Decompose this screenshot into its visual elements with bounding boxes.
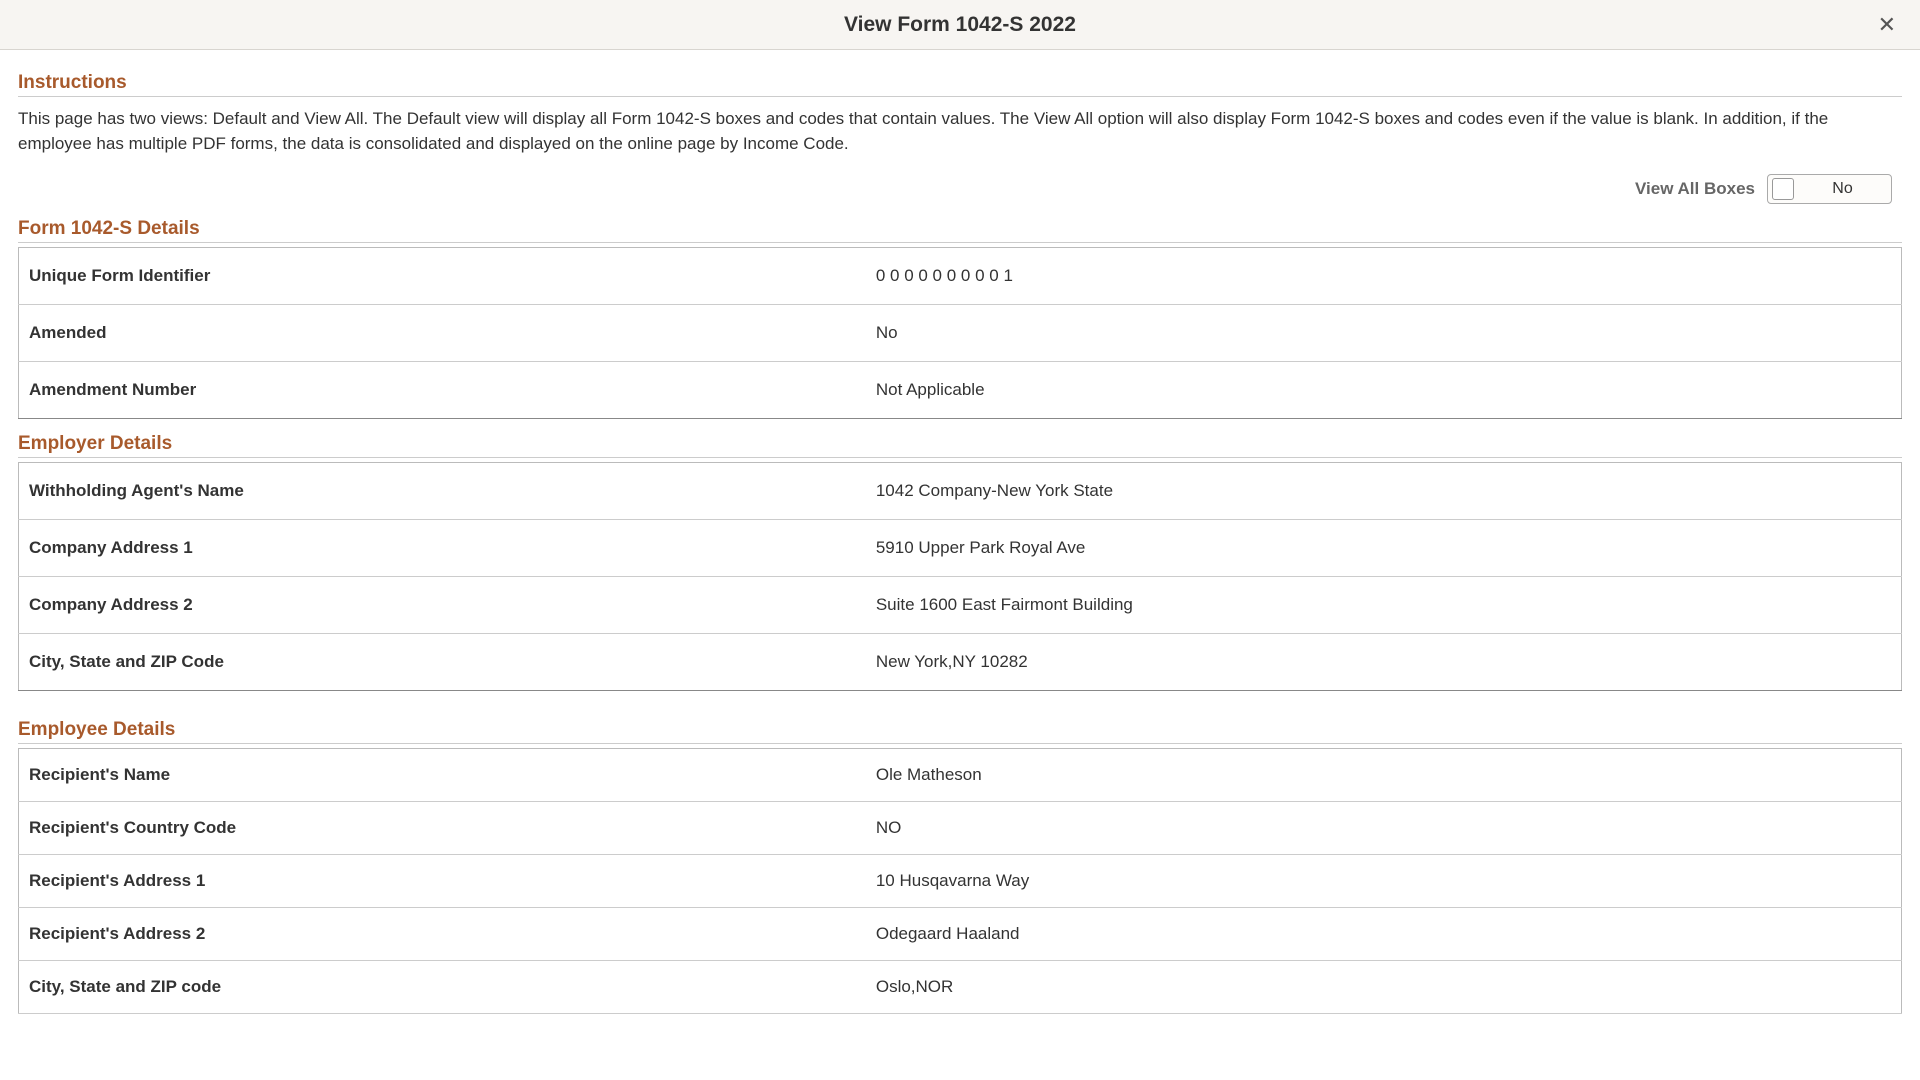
field-label: City, State and ZIP Code [19,634,866,691]
field-value: Suite 1600 East Fairmont Building [866,577,1902,634]
content-scroll-area[interactable]: Instructions This page has two views: De… [0,50,1920,1080]
table-row: Company Address 2 Suite 1600 East Fairmo… [19,577,1902,634]
page-title: View Form 1042-S 2022 [844,13,1076,37]
field-value: Not Applicable [866,362,1902,419]
field-value: 1042 Company-New York State [866,463,1902,520]
field-value: Odegaard Haaland [866,908,1902,961]
toggle-value: No [1794,180,1891,198]
employee-details-table: Recipient's Name Ole Matheson Recipient'… [18,748,1902,1014]
field-label: Withholding Agent's Name [19,463,866,520]
instructions-heading: Instructions [18,72,1902,97]
employer-details-heading: Employer Details [18,433,1902,458]
field-label: Recipient's Country Code [19,802,866,855]
employer-details-table: Withholding Agent's Name 1042 Company-Ne… [18,462,1902,691]
field-value: Ole Matheson [866,749,1902,802]
toggle-knob [1772,178,1794,200]
form-details-table: Unique Form Identifier 0 0 0 0 0 0 0 0 0… [18,247,1902,419]
view-all-toggle[interactable]: No [1767,174,1892,204]
field-label: Recipient's Address 2 [19,908,866,961]
field-label: Recipient's Address 1 [19,855,866,908]
field-label: Unique Form Identifier [19,248,866,305]
field-value: 10 Husqavarna Way [866,855,1902,908]
table-row: Recipient's Name Ole Matheson [19,749,1902,802]
field-value: No [866,305,1902,362]
instructions-text: This page has two views: Default and Vie… [18,107,1902,156]
table-row: Recipient's Country Code NO [19,802,1902,855]
form-details-heading: Form 1042-S Details [18,218,1902,243]
table-row: City, State and ZIP Code New York,NY 102… [19,634,1902,691]
table-row: Company Address 1 5910 Upper Park Royal … [19,520,1902,577]
field-value: 5910 Upper Park Royal Ave [866,520,1902,577]
view-all-row: View All Boxes No [18,174,1902,204]
modal-header: View Form 1042-S 2022 ✕ [0,0,1920,50]
field-value: New York,NY 10282 [866,634,1902,691]
field-value: Oslo,NOR [866,961,1902,1014]
close-icon: ✕ [1878,12,1896,37]
table-row: Amendment Number Not Applicable [19,362,1902,419]
employee-details-heading: Employee Details [18,719,1902,744]
field-value: 0 0 0 0 0 0 0 0 0 1 [866,248,1902,305]
field-label: Recipient's Name [19,749,866,802]
field-label: Amendment Number [19,362,866,419]
table-row: Recipient's Address 2 Odegaard Haaland [19,908,1902,961]
field-label: City, State and ZIP code [19,961,866,1014]
field-label: Company Address 1 [19,520,866,577]
table-row: Recipient's Address 1 10 Husqavarna Way [19,855,1902,908]
field-value: NO [866,802,1902,855]
table-row: Unique Form Identifier 0 0 0 0 0 0 0 0 0… [19,248,1902,305]
close-button[interactable]: ✕ [1874,8,1900,42]
field-label: Company Address 2 [19,577,866,634]
table-row: Withholding Agent's Name 1042 Company-Ne… [19,463,1902,520]
table-row: Amended No [19,305,1902,362]
table-row: City, State and ZIP code Oslo,NOR [19,961,1902,1014]
field-label: Amended [19,305,866,362]
view-all-label: View All Boxes [1635,179,1755,199]
